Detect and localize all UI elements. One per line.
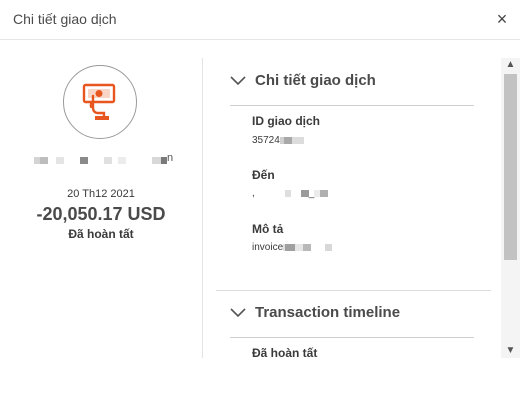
name-fragment: n	[167, 152, 174, 164]
section-separator	[216, 290, 491, 291]
description-value: invoice	[252, 242, 333, 253]
scroll-down-icon[interactable]: ▼	[501, 344, 520, 358]
section-divider	[230, 337, 474, 338]
dialog-title: Chi tiết giao dịch	[13, 11, 117, 27]
timeline-section-title: Transaction timeline	[255, 304, 401, 321]
transaction-summary-panel: n 20 Th12 2021 -20,050.17 USD Đã hoàn tấ…	[0, 40, 202, 370]
timeline-item-status: Đã hoàn tất	[252, 346, 318, 358]
description-label: Mô tả	[252, 222, 284, 236]
vertical-scrollbar[interactable]: ▲ ▼	[501, 58, 520, 358]
avatar	[63, 65, 137, 139]
transaction-id-value: 35724	[252, 135, 304, 146]
section-divider	[230, 105, 474, 106]
details-panel: Chi tiết giao dịch ID giao dịch 35724 Đế…	[203, 58, 501, 358]
counterparty-name-redacted: n	[34, 152, 174, 167]
scroll-up-icon[interactable]: ▲	[501, 58, 520, 72]
chevron-down-icon	[230, 308, 246, 318]
recipient-label: Đến	[252, 168, 275, 182]
payment-hand-icon	[82, 83, 116, 120]
recipient-value: , _	[252, 188, 329, 199]
dialog-titlebar: Chi tiết giao dịch ×	[0, 0, 520, 40]
transaction-status: Đã hoàn tất	[68, 227, 134, 241]
transaction-amount: -20,050.17 USD	[36, 204, 166, 224]
chevron-down-icon	[230, 76, 246, 86]
transaction-date: 20 Th12 2021	[67, 188, 135, 200]
scrollbar-thumb[interactable]	[504, 74, 517, 260]
close-icon[interactable]: ×	[492, 9, 512, 29]
details-section-title: Chi tiết giao dịch	[255, 72, 376, 89]
transaction-id-label: ID giao dịch	[252, 114, 321, 128]
